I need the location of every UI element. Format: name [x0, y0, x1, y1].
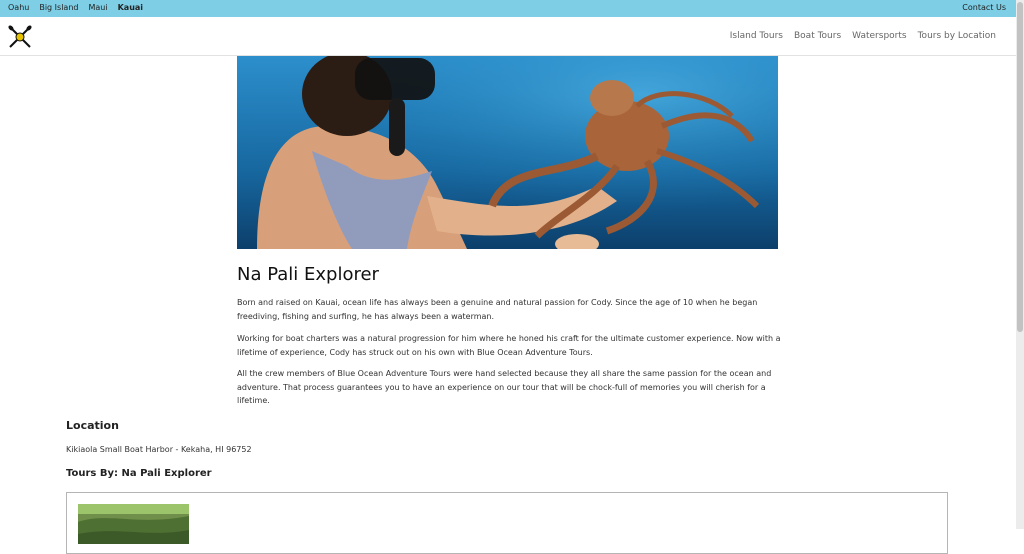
bio-paragraph-1: Born and raised on Kauai, ocean life has…: [237, 298, 758, 321]
contact-us-link[interactable]: Contact Us: [962, 3, 1006, 12]
nav-tours-by-location[interactable]: Tours by Location: [918, 31, 996, 41]
page-title: Na Pali Explorer: [237, 264, 379, 285]
hero-image: [237, 56, 778, 249]
main-navbar: Island Tours Boat Tours Watersports Tour…: [0, 17, 1016, 56]
island-link-big-island[interactable]: Big Island: [39, 3, 78, 12]
main-nav: Island Tours Boat Tours Watersports Tour…: [730, 31, 996, 41]
island-links: Oahu Big Island Maui Kauai: [8, 3, 143, 12]
bio-paragraph-3: All the crew members of Blue Ocean Adven…: [237, 369, 772, 405]
tour-thumbnail[interactable]: [78, 504, 189, 544]
crossed-paddles-icon[interactable]: [7, 24, 33, 50]
page-scrollbar[interactable]: [1016, 0, 1024, 529]
tours-heading: Tours By: Na Pali Explorer: [66, 468, 212, 479]
location-heading: Location: [66, 419, 119, 432]
top-bar: Oahu Big Island Maui Kauai Contact Us: [0, 0, 1016, 17]
island-link-oahu[interactable]: Oahu: [8, 3, 29, 12]
nav-watersports[interactable]: Watersports: [852, 31, 906, 41]
bio-paragraph-2: Working for boat charters was a natural …: [237, 334, 781, 357]
scrollbar-thumb[interactable]: [1017, 2, 1023, 332]
tour-card: [66, 492, 948, 554]
nav-boat-tours[interactable]: Boat Tours: [794, 31, 841, 41]
nav-island-tours[interactable]: Island Tours: [730, 31, 783, 41]
island-link-maui[interactable]: Maui: [88, 3, 107, 12]
location-address: Kikiaola Small Boat Harbor - Kekaha, HI …: [66, 445, 252, 454]
island-link-kauai[interactable]: Kauai: [118, 3, 143, 12]
